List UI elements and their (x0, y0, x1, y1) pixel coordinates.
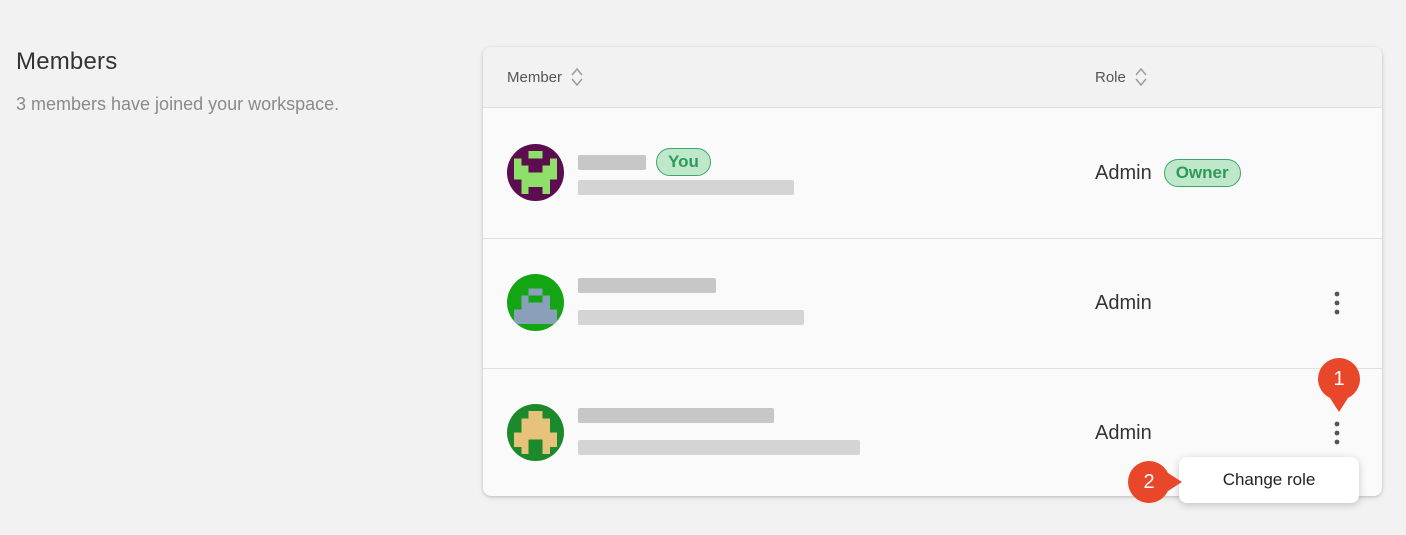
step-marker-1: 1 (1318, 358, 1360, 412)
role-cell: Admin Owner (1095, 108, 1241, 238)
redacted-email (578, 310, 804, 325)
role-cell: Admin (1095, 238, 1152, 368)
section-title: Members (16, 48, 118, 75)
column-header-member[interactable]: Member (507, 47, 584, 107)
member-email (578, 310, 804, 325)
role-label: Admin (1095, 291, 1152, 314)
more-options-button[interactable] (1325, 286, 1349, 320)
member-name-line: You (578, 148, 711, 176)
avatar (507, 144, 564, 201)
members-table: Member Role You Admin Owner Admin Admin (483, 47, 1382, 496)
column-label: Role (1095, 68, 1126, 86)
kebab-icon (1334, 421, 1340, 445)
more-options-button[interactable] (1325, 416, 1349, 450)
column-header-role[interactable]: Role (1095, 47, 1148, 107)
redacted-email (578, 180, 794, 195)
owner-badge: Owner (1163, 159, 1241, 187)
change-role-menu-item[interactable]: Change role (1179, 457, 1359, 503)
member-name-line (578, 278, 716, 293)
avatar (507, 274, 564, 331)
sort-icon[interactable] (1134, 66, 1148, 88)
column-label: Member (507, 68, 563, 86)
member-email (578, 180, 794, 195)
you-badge: You (656, 148, 711, 176)
redacted-name (578, 154, 646, 170)
table-row: You Admin Owner (483, 108, 1382, 239)
table-row: Admin (483, 238, 1382, 369)
section-info: Members 3 members have joined your works… (16, 48, 339, 115)
role-label: Admin (1095, 161, 1152, 184)
table-header: Member Role (483, 47, 1382, 108)
kebab-icon (1334, 291, 1340, 315)
member-email (578, 440, 860, 455)
sort-icon[interactable] (570, 66, 584, 88)
redacted-name (578, 408, 774, 423)
section-subtitle: 3 members have joined your workspace. (16, 94, 340, 114)
redacted-name (578, 278, 716, 293)
redacted-email (578, 440, 860, 455)
step-marker-2: 2 (1128, 461, 1182, 503)
member-name-line (578, 408, 774, 423)
avatar (507, 404, 564, 461)
role-label: Admin (1095, 421, 1152, 444)
